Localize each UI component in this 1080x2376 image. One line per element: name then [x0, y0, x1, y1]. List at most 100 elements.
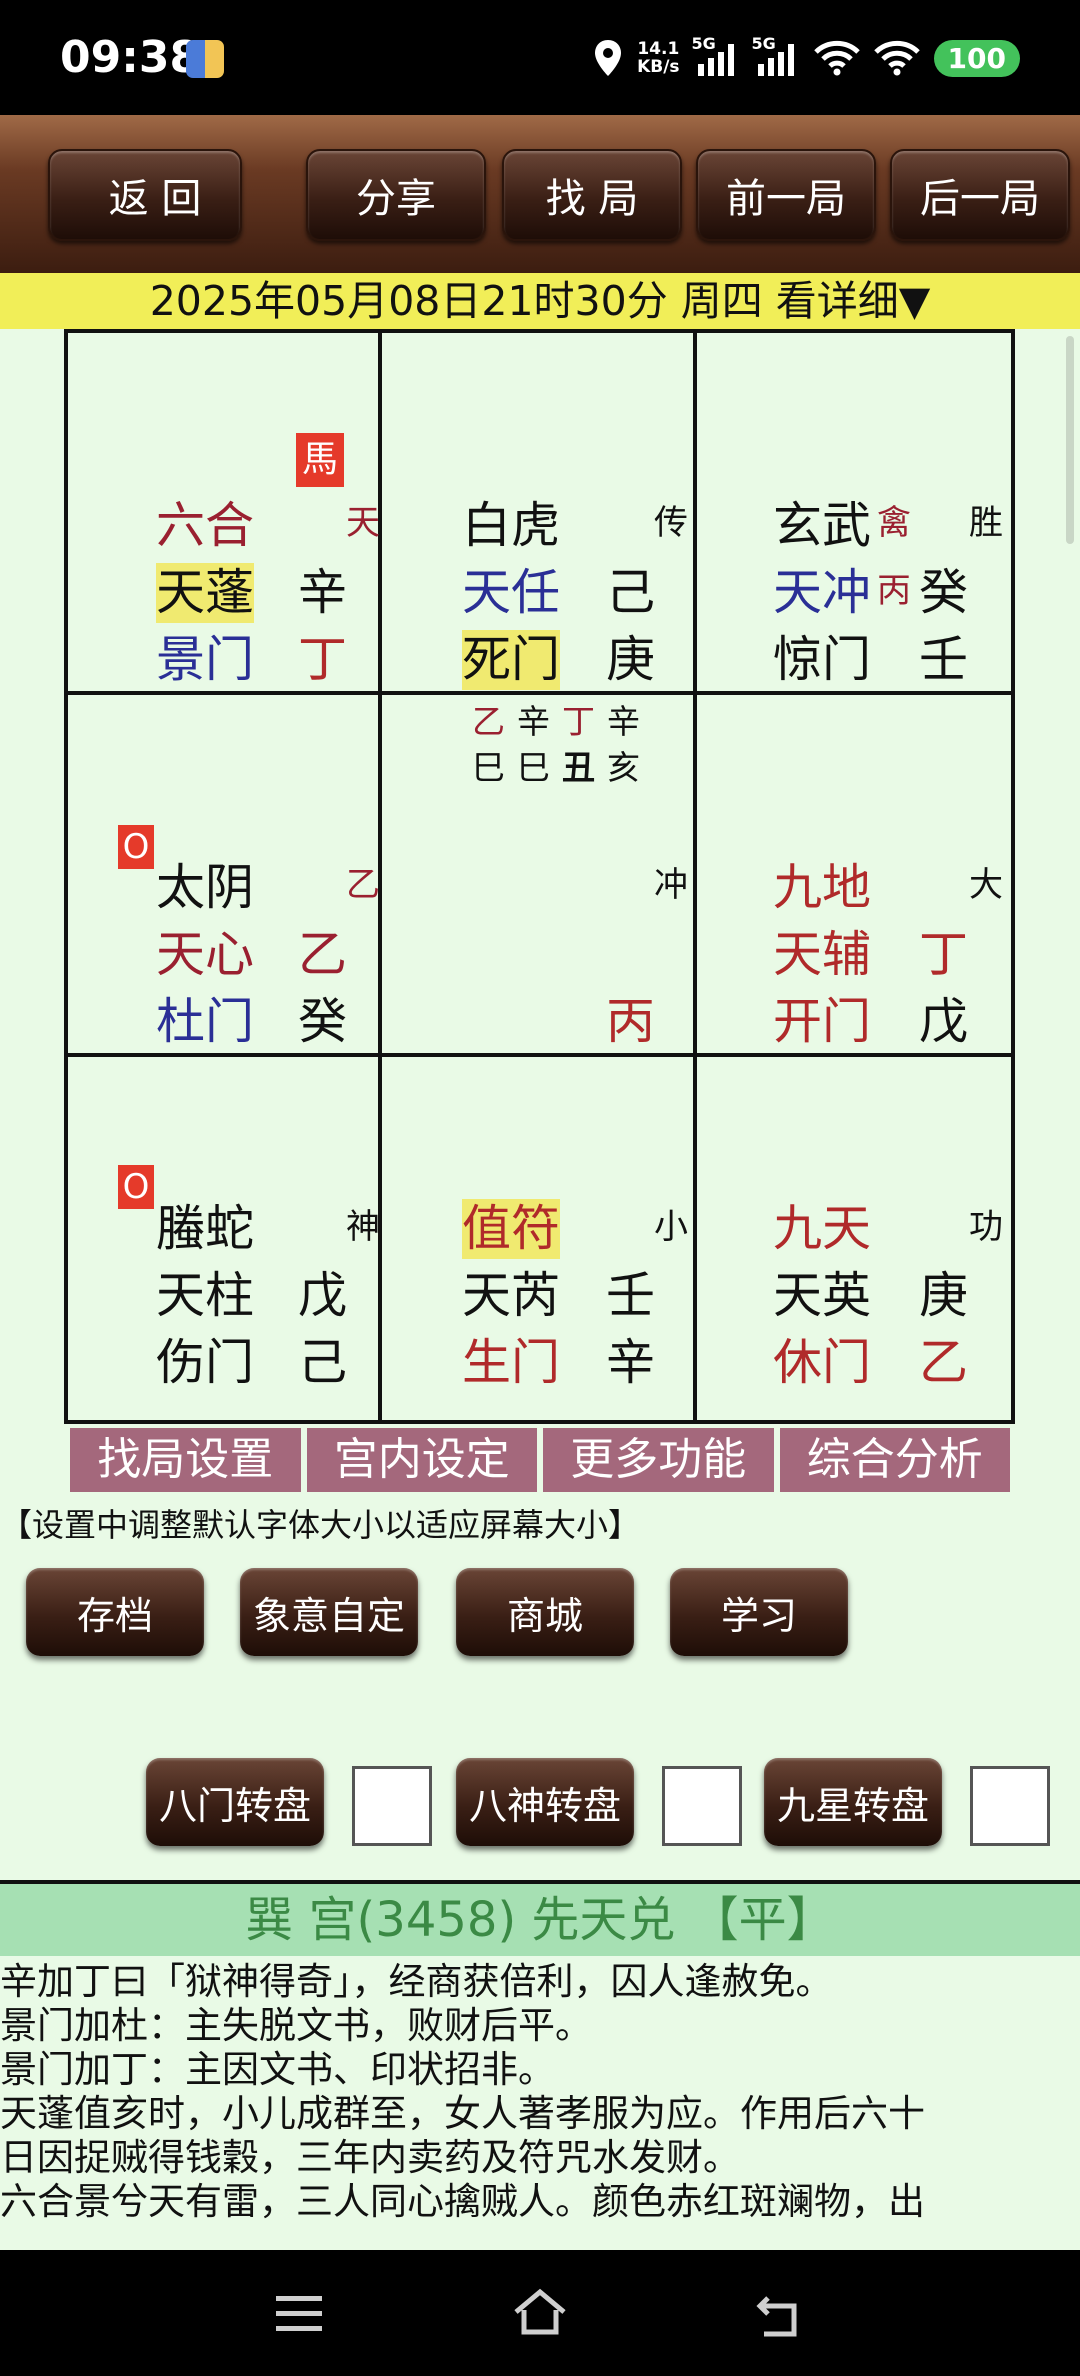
door-stem: 癸: [298, 993, 348, 1050]
god-label: 白虎: [462, 497, 561, 554]
location-icon: [595, 40, 622, 76]
door-rotate-checkbox[interactable]: [352, 1766, 432, 1846]
back-button[interactable]: 返 回: [13, 144, 242, 244]
door-stem: 壬: [919, 631, 969, 688]
horse-badge: 馬: [296, 433, 344, 487]
god-tag: 传: [654, 503, 688, 543]
god-label: 太阴: [156, 859, 255, 916]
god-rotate-button[interactable]: 八神转盘: [456, 1758, 634, 1846]
god-tag: 大: [969, 865, 1003, 905]
god-tag: 神: [346, 1207, 380, 1247]
mall-button[interactable]: 商城: [456, 1568, 634, 1656]
star-label: 天柱: [156, 1267, 255, 1324]
tab-analysis[interactable]: 综合分析: [779, 1428, 1010, 1492]
door-stem: 己: [298, 1334, 348, 1391]
archive-button[interactable]: 存档: [26, 1568, 204, 1656]
star-mid-stem: 丙: [877, 571, 911, 611]
door-stem: 乙: [919, 1334, 969, 1391]
description-line: 辛加丁曰「狱神得奇」，经商获倍利，囚人逢赦免。: [0, 1960, 833, 2003]
star-label: 天心: [156, 926, 255, 983]
door-rotate-button[interactable]: 八门转盘: [146, 1758, 324, 1846]
god-tag: 功: [969, 1207, 1003, 1247]
home-icon[interactable]: [512, 2288, 568, 2336]
god-label: 九地: [773, 859, 872, 916]
description-line: 景门加丁：主因文书、印状招非。: [0, 2048, 555, 2091]
god-label: 六合: [156, 497, 255, 554]
center-tag: 冲: [654, 865, 688, 905]
empty-ring-badge: O: [118, 1165, 154, 1209]
star-label: 天冲: [773, 564, 872, 621]
signal-icon: 5G: [692, 34, 740, 76]
description-line: 景门加杜：主失脱文书，败财后平。: [0, 2004, 592, 2047]
pillars-bottom: 巳 巳 丑 亥: [472, 748, 640, 787]
star-rotate-button[interactable]: 九星转盘: [764, 1758, 942, 1846]
palace-sw[interactable]: O 螣蛇 神 天柱 戊 伤门 己: [68, 1057, 381, 1418]
signal-icon-2: 5G: [752, 34, 800, 76]
star-label: 天辅: [773, 926, 872, 983]
star-stem: 乙: [298, 926, 348, 983]
date-detail-bar[interactable]: 2025年05月08日21时30分 周四 看详细▼: [0, 273, 1080, 329]
wifi-icon: [813, 40, 860, 76]
share-button[interactable]: 分享: [306, 149, 486, 241]
star-label: 天英: [773, 1267, 872, 1324]
door-label: 杜门: [156, 993, 255, 1050]
door-stem: 戊: [919, 993, 969, 1050]
system-nav-bar: [0, 2250, 1080, 2376]
app-notification-icon: [186, 40, 224, 78]
palace-n[interactable]: 白虎 传 天任 己 死门 庚: [382, 333, 695, 694]
font-size-hint: 【设置中调整默认字体大小以适应屏幕大小】: [0, 1506, 641, 1544]
status-bar: 09:38 14.1 KB/s 5G 5G 100: [0, 0, 1080, 115]
palace-e[interactable]: 九地 大 天辅 丁 开门 戊: [697, 695, 1010, 1056]
custom-meaning-button[interactable]: 象意自定: [240, 1568, 418, 1656]
god-label: 值符: [462, 1199, 561, 1259]
empty-ring-badge: O: [118, 825, 154, 869]
learn-button[interactable]: 学习: [670, 1568, 848, 1656]
palace-nw[interactable]: 馬 六合 天 天蓬 辛 景门 丁: [68, 333, 381, 694]
palace-ne[interactable]: 玄武 禽 胜 天冲 丙 癸 惊门 壬: [697, 333, 1010, 694]
star-rotate-checkbox[interactable]: [970, 1766, 1050, 1846]
star-stem: 丁: [919, 926, 969, 983]
star-label: 天芮: [462, 1267, 561, 1324]
door-label: 景门: [156, 631, 255, 688]
status-time: 09:38: [60, 32, 201, 83]
scrollbar[interactable]: [1066, 336, 1074, 544]
palace-center[interactable]: 乙 辛 丁 辛 巳 巳 丑 亥 冲 丙: [382, 695, 695, 1056]
description-line: 六合景兮天有雷，三人同心擒贼人。颜色赤红斑斓物，出: [0, 2180, 925, 2223]
star-label: 天任: [462, 564, 561, 621]
palace-header: 巽 宫(3458) 先天兑 【平】: [0, 1884, 1080, 1956]
next-game-button[interactable]: 后一局: [890, 149, 1070, 241]
door-stem: 辛: [606, 1334, 656, 1391]
wifi-icon-2: [873, 40, 920, 76]
tab-find-settings[interactable]: 找局设置: [70, 1428, 301, 1492]
menu-icon[interactable]: [274, 2294, 324, 2334]
door-stem: 庚: [606, 631, 656, 688]
palace-s[interactable]: 值符 小 天芮 壬 生门 辛: [382, 1057, 695, 1418]
function-tabs: 找局设置 宫内设定 更多功能 综合分析: [70, 1428, 1010, 1492]
star-stem: 癸: [919, 564, 969, 621]
god-label: 螣蛇: [156, 1200, 255, 1257]
previous-game-button[interactable]: 前一局: [696, 149, 876, 241]
star-stem: 戊: [298, 1267, 348, 1324]
door-label: 生门: [462, 1334, 561, 1391]
door-label: 惊门: [773, 631, 872, 688]
star-stem: 庚: [919, 1267, 969, 1324]
description-line: 日因捉贼得钱穀，三年内卖药及符咒水发财。: [0, 2136, 740, 2179]
battery-indicator: 100: [933, 39, 1020, 77]
net-speed: 14.1 KB/s: [637, 39, 680, 77]
god-tag: 乙: [346, 865, 380, 905]
pillars-top: 乙 辛 丁 辛: [472, 702, 640, 741]
top-toolbar: 返 回 分享 找 局 前一局 后一局: [0, 115, 1080, 273]
god-rotate-checkbox[interactable]: [662, 1766, 742, 1846]
door-stem: 丁: [298, 631, 348, 688]
god-tag-red: 禽: [877, 503, 911, 543]
door-label: 伤门: [156, 1334, 255, 1391]
palace-description: 辛加丁曰「狱神得奇」，经商获倍利，囚人逢赦免。 景门加杜：主失脱文书，败财后平。…: [0, 1960, 1080, 2224]
find-game-button[interactable]: 找 局: [502, 149, 682, 241]
palace-w[interactable]: O 太阴 乙 天心 乙 杜门 癸: [68, 695, 381, 1056]
back-nav-icon[interactable]: [754, 2294, 804, 2338]
palace-se[interactable]: 九天 功 天英 庚 休门 乙: [697, 1057, 1010, 1418]
tab-palace-settings[interactable]: 宫内设定: [306, 1428, 537, 1492]
god-label: 玄武: [773, 497, 872, 554]
palace-grid: 馬 六合 天 天蓬 辛 景门 丁 白虎 传 天任 己 死门 庚 玄武 禽 胜 天…: [64, 329, 1015, 1424]
tab-more-functions[interactable]: 更多功能: [543, 1428, 774, 1492]
